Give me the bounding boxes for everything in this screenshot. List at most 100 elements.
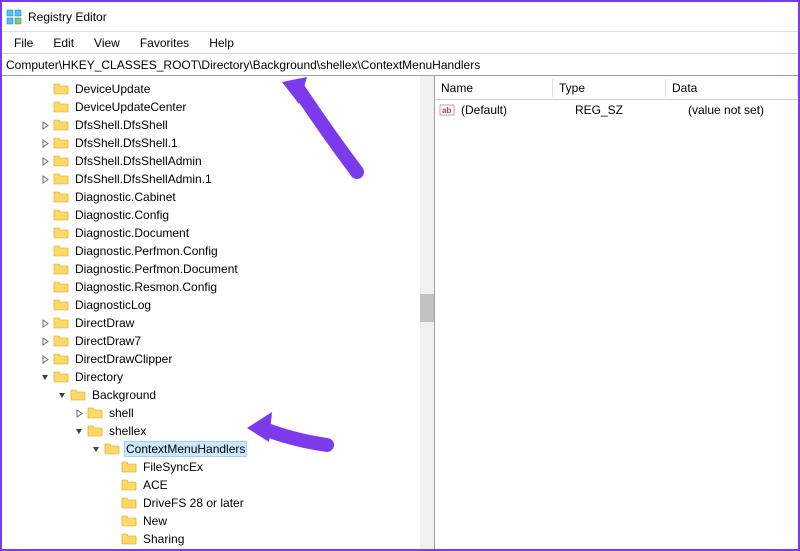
tree-node[interactable]: shell <box>2 404 434 422</box>
chevron-down-icon[interactable] <box>55 388 69 402</box>
cell-name: (Default) <box>457 103 571 117</box>
scrollbar[interactable] <box>420 76 434 549</box>
chevron-right-icon[interactable] <box>72 406 86 420</box>
tree-node-label: New <box>141 514 169 528</box>
tree-node-label: Diagnostic.Resmon.Config <box>73 280 219 294</box>
folder-icon <box>104 442 120 456</box>
folder-icon <box>53 262 69 276</box>
tree-node-label: DriveFS 28 or later <box>141 496 246 510</box>
chevron-right-icon[interactable] <box>38 172 52 186</box>
tree-node[interactable]: DfsShell.DfsShell <box>2 116 434 134</box>
tree-node-label: ContextMenuHandlers <box>124 441 247 457</box>
tree-node-label: Directory <box>73 370 125 384</box>
tree-node-label: DfsShell.DfsShell <box>73 118 170 132</box>
tree-node[interactable]: shellex <box>2 422 434 440</box>
menu-help[interactable]: Help <box>199 34 244 52</box>
folder-icon <box>53 190 69 204</box>
tree-node[interactable]: DfsShell.DfsShell.1 <box>2 134 434 152</box>
folder-icon <box>53 280 69 294</box>
chevron-down-icon[interactable] <box>89 442 103 456</box>
folder-icon <box>53 82 69 96</box>
tree-node[interactable]: New <box>2 512 434 530</box>
tree-node[interactable]: Directory <box>2 368 434 386</box>
tree-node[interactable]: Background <box>2 386 434 404</box>
tree-node-label: FileSyncEx <box>141 460 205 474</box>
tree-node-label: Sharing <box>141 532 186 546</box>
tree-node-label: ACE <box>141 478 170 492</box>
chevron-right-icon[interactable] <box>38 154 52 168</box>
chevron-down-icon[interactable] <box>72 424 86 438</box>
col-name[interactable]: Name <box>435 79 553 97</box>
folder-icon <box>121 496 137 510</box>
tree-node-label: DeviceUpdateCenter <box>73 100 188 114</box>
tree-node[interactable]: FileSyncEx <box>2 458 434 476</box>
list-panel[interactable]: Name Type Data ab(Default)REG_SZ(value n… <box>435 76 798 549</box>
tree-node[interactable]: DfsShell.DfsShellAdmin <box>2 152 434 170</box>
tree-node[interactable]: DriveFS 28 or later <box>2 494 434 512</box>
folder-icon <box>53 100 69 114</box>
tree-node-label: shell <box>107 406 136 420</box>
tree-node[interactable]: Diagnostic.Resmon.Config <box>2 278 434 296</box>
tree-node[interactable]: Diagnostic.Perfmon.Document <box>2 260 434 278</box>
tree-node-label: DirectDraw <box>73 316 136 330</box>
chevron-right-icon[interactable] <box>38 118 52 132</box>
tree-node[interactable]: Diagnostic.Cabinet <box>2 188 434 206</box>
tree-node-label: DfsShell.DfsShellAdmin <box>73 154 204 168</box>
folder-icon <box>53 334 69 348</box>
tree-node-label: DeviceUpdate <box>73 82 152 96</box>
col-type[interactable]: Type <box>553 79 666 97</box>
menu-file[interactable]: File <box>4 34 43 52</box>
list-row[interactable]: ab(Default)REG_SZ(value not set) <box>435 100 798 120</box>
tree-node-label: Diagnostic.Cabinet <box>73 190 178 204</box>
menu-edit[interactable]: Edit <box>43 34 84 52</box>
tree-node[interactable]: DirectDraw <box>2 314 434 332</box>
cell-type: REG_SZ <box>571 103 684 117</box>
regedit-icon <box>6 9 22 25</box>
tree-node-label: Diagnostic.Perfmon.Config <box>73 244 220 258</box>
folder-icon <box>53 352 69 366</box>
col-data[interactable]: Data <box>666 79 798 97</box>
tree-node[interactable]: DirectDraw7 <box>2 332 434 350</box>
tree-node[interactable]: WorkFolders <box>2 548 434 549</box>
folder-icon <box>121 532 137 546</box>
scrollbar-thumb[interactable] <box>420 294 434 322</box>
list-header: Name Type Data <box>435 76 798 100</box>
tree-node[interactable]: Diagnostic.Perfmon.Config <box>2 242 434 260</box>
tree-panel[interactable]: DeviceUpdate DeviceUpdateCenter DfsShell.D… <box>2 76 435 549</box>
chevron-down-icon[interactable] <box>38 370 52 384</box>
address-text: Computer\HKEY_CLASSES_ROOT\Directory\Bac… <box>6 58 480 72</box>
tree-node[interactable]: DfsShell.DfsShellAdmin.1 <box>2 170 434 188</box>
folder-icon <box>53 208 69 222</box>
chevron-right-icon[interactable] <box>38 316 52 330</box>
folder-icon <box>121 460 137 474</box>
content-area: DeviceUpdate DeviceUpdateCenter DfsShell.D… <box>2 76 798 549</box>
address-bar[interactable]: Computer\HKEY_CLASSES_ROOT\Directory\Bac… <box>2 54 798 76</box>
tree-node-label: DirectDrawClipper <box>73 352 174 366</box>
chevron-right-icon[interactable] <box>38 136 52 150</box>
folder-icon <box>70 388 86 402</box>
folder-icon <box>53 154 69 168</box>
tree-node[interactable]: ACE <box>2 476 434 494</box>
folder-icon <box>121 478 137 492</box>
tree-node[interactable]: DirectDrawClipper <box>2 350 434 368</box>
folder-icon <box>53 370 69 384</box>
tree-node[interactable]: Sharing <box>2 530 434 548</box>
chevron-right-icon[interactable] <box>38 352 52 366</box>
tree-node-label: DiagnosticLog <box>73 298 153 312</box>
folder-icon <box>53 298 69 312</box>
folder-icon <box>53 136 69 150</box>
tree-node[interactable]: Diagnostic.Document <box>2 224 434 242</box>
tree-node[interactable]: Diagnostic.Config <box>2 206 434 224</box>
title-bar: Registry Editor <box>2 2 798 32</box>
tree-node[interactable]: ContextMenuHandlers <box>2 440 434 458</box>
menu-favorites[interactable]: Favorites <box>130 34 199 52</box>
chevron-right-icon[interactable] <box>38 334 52 348</box>
tree-node[interactable]: DiagnosticLog <box>2 296 434 314</box>
tree-node-label: shellex <box>107 424 148 438</box>
window-title: Registry Editor <box>28 10 107 24</box>
folder-icon <box>53 118 69 132</box>
folder-icon <box>53 244 69 258</box>
tree-node[interactable]: DeviceUpdate <box>2 80 434 98</box>
tree-node[interactable]: DeviceUpdateCenter <box>2 98 434 116</box>
menu-view[interactable]: View <box>84 34 130 52</box>
